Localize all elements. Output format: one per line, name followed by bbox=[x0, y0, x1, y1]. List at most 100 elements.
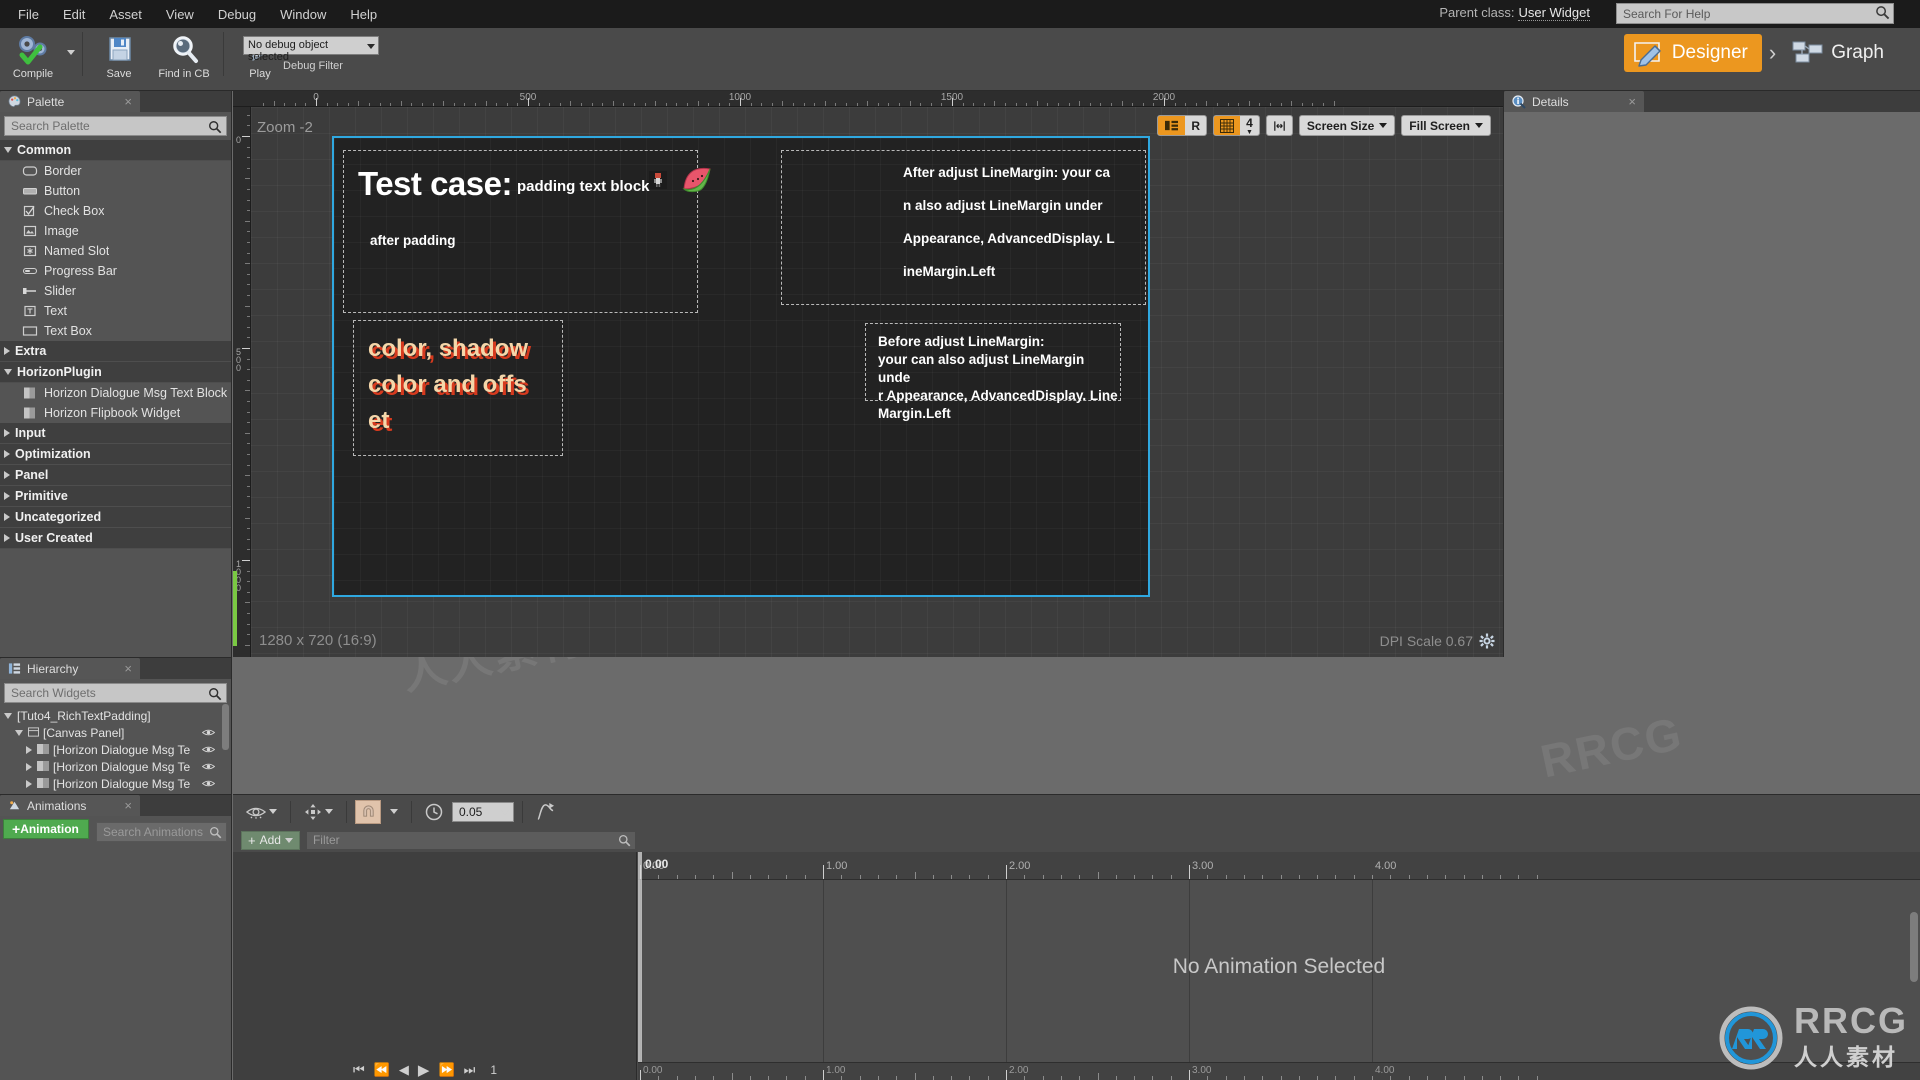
widget-after-linemargin-block[interactable]: After adjust LineMargin: your can also a… bbox=[781, 150, 1146, 305]
menu-item-window[interactable]: Window bbox=[268, 3, 338, 26]
menu-item-view[interactable]: View bbox=[154, 3, 206, 26]
snap-dropdown[interactable] bbox=[385, 799, 403, 824]
timeline-playhead[interactable] bbox=[638, 852, 642, 1080]
step-forward-icon[interactable]: ⏩ bbox=[438, 1062, 454, 1078]
eye-icon[interactable] bbox=[202, 743, 215, 757]
palette-category-uncategorized[interactable]: Uncategorized bbox=[0, 507, 231, 528]
chevron-right-icon[interactable] bbox=[26, 780, 32, 788]
menu-item-file[interactable]: File bbox=[6, 3, 51, 26]
hierarchy-row[interactable]: [Horizon Dialogue Msg Te bbox=[0, 775, 231, 792]
chevron-right-icon[interactable] bbox=[26, 763, 32, 771]
animations-search-input[interactable]: Search Animations bbox=[96, 822, 227, 842]
hierarchy-row[interactable]: [Tuto4_RichTextPadding] bbox=[0, 707, 231, 724]
curve-editor-button[interactable] bbox=[531, 799, 560, 824]
grid-snap-group[interactable]: 4 ▼ bbox=[1213, 115, 1260, 136]
hierarchy-row[interactable]: [Horizon Dialogue Msg Te bbox=[0, 741, 231, 758]
palette-item-text[interactable]: Text bbox=[0, 301, 231, 321]
palette-category-input[interactable]: Input bbox=[0, 423, 231, 444]
gear-icon[interactable] bbox=[1479, 633, 1495, 649]
chevron-down-icon[interactable] bbox=[15, 730, 23, 736]
palette-item-progress-bar[interactable]: Progress Bar bbox=[0, 261, 231, 281]
help-search-input[interactable]: Search For Help bbox=[1616, 3, 1894, 24]
palette-category-common[interactable]: Common bbox=[0, 140, 231, 161]
save-button[interactable]: Save bbox=[88, 30, 150, 80]
widget-padding-text-block[interactable]: Test case: padding text block bbox=[343, 150, 698, 313]
step-back-icon[interactable]: ⏪ bbox=[374, 1062, 390, 1078]
close-icon[interactable]: × bbox=[106, 661, 132, 676]
designer-viewport[interactable]: 0500100015002000 05001000 Zoom -2 Test c… bbox=[233, 91, 1503, 657]
palette-category-extra[interactable]: Extra bbox=[0, 341, 231, 362]
palette-item-border[interactable]: Border bbox=[0, 161, 231, 181]
menu-item-asset[interactable]: Asset bbox=[97, 3, 154, 26]
palette-item-horizon-dialogue-msg-text-block[interactable]: Horizon Dialogue Msg Text Block bbox=[0, 383, 231, 403]
debug-object-select[interactable]: No debug object selected bbox=[243, 36, 379, 55]
wrap-icon-segment[interactable] bbox=[1158, 116, 1185, 135]
hierarchy-search-input[interactable]: Search Widgets bbox=[4, 683, 227, 703]
menu-item-help[interactable]: Help bbox=[338, 3, 389, 26]
transform-tool-button[interactable] bbox=[299, 799, 338, 824]
chevron-down-icon[interactable] bbox=[4, 713, 12, 719]
timeline-scrollbar[interactable] bbox=[1910, 912, 1918, 982]
tab-palette[interactable]: Palette × bbox=[0, 91, 140, 112]
eye-icon[interactable] bbox=[202, 760, 215, 774]
eye-icon[interactable] bbox=[202, 777, 215, 791]
palette-category-user-created[interactable]: User Created bbox=[0, 528, 231, 549]
play-reverse-icon[interactable]: ◀ bbox=[399, 1062, 409, 1078]
wrap-r-segment[interactable]: R bbox=[1185, 116, 1206, 135]
close-icon[interactable]: × bbox=[106, 94, 132, 109]
chevron-right-icon[interactable] bbox=[26, 746, 32, 754]
hierarchy-row[interactable]: [Canvas Panel] bbox=[0, 724, 231, 741]
add-track-button[interactable]: + Add bbox=[241, 831, 300, 850]
grid-snap-value-segment[interactable]: 4 ▼ bbox=[1240, 116, 1259, 135]
tab-details[interactable]: Details × bbox=[1504, 91, 1644, 112]
jump-start-icon[interactable]: ⏮ bbox=[353, 1062, 365, 1078]
palette-item-slider[interactable]: Slider bbox=[0, 281, 231, 301]
screen-size-button[interactable]: Screen Size bbox=[1299, 115, 1395, 136]
palette-item-horizon-flipbook-widget[interactable]: Horizon Flipbook Widget bbox=[0, 403, 231, 423]
widget-color-shadow-block[interactable]: color, shadowcolor and offset bbox=[353, 320, 563, 456]
play-icon[interactable]: ▶ bbox=[418, 1061, 430, 1079]
tab-animations[interactable]: Animations × bbox=[0, 795, 140, 816]
widget-preview-root[interactable]: Test case: padding text block bbox=[332, 136, 1150, 597]
palette-category-optimization[interactable]: Optimization bbox=[0, 444, 231, 465]
compile-dropdown[interactable] bbox=[64, 30, 77, 74]
loop-label[interactable]: 1 bbox=[490, 1063, 497, 1077]
palette-item-named-slot[interactable]: Named Slot bbox=[0, 241, 231, 261]
transport-controls[interactable]: ⏮ ⏪ ◀ ▶ ⏩ ⏭ 1 bbox=[353, 1061, 497, 1079]
find-in-cb-button[interactable]: Find in CB bbox=[150, 30, 218, 80]
hierarchy-scrollbar[interactable] bbox=[222, 704, 229, 750]
designer-mode-button[interactable]: Designer bbox=[1624, 34, 1762, 72]
palette-item-text-box[interactable]: Text Box bbox=[0, 321, 231, 341]
timeline-bottom-ruler[interactable]: 0.001.002.003.004.00 bbox=[638, 1062, 1920, 1080]
widget-before-linemargin-block[interactable]: Before adjust LineMargin:your can also a… bbox=[865, 323, 1121, 401]
palette-item-image[interactable]: Image bbox=[0, 221, 231, 241]
snap-interval-select[interactable]: 0.05 bbox=[452, 802, 514, 822]
graph-mode-button[interactable]: Graph bbox=[1783, 34, 1898, 72]
visibility-toggle-button[interactable] bbox=[241, 799, 282, 824]
compile-button[interactable]: Compile bbox=[2, 30, 64, 80]
time-snap-button[interactable] bbox=[420, 799, 448, 824]
wrap-toggle-group[interactable]: R bbox=[1157, 115, 1207, 136]
eye-icon[interactable] bbox=[202, 726, 215, 740]
palette-item-button[interactable]: Button bbox=[0, 181, 231, 201]
add-animation-button[interactable]: + Animation bbox=[3, 819, 89, 839]
palette-category-panel[interactable]: Panel bbox=[0, 465, 231, 486]
palette-item-check-box[interactable]: Check Box bbox=[0, 201, 231, 221]
track-filter-input[interactable]: Filter bbox=[306, 831, 636, 850]
canvas-area[interactable]: Zoom -2 Test case: padding text block bbox=[251, 107, 1503, 657]
close-icon[interactable]: × bbox=[106, 798, 132, 813]
close-icon[interactable]: × bbox=[1610, 94, 1636, 109]
menu-item-debug[interactable]: Debug bbox=[206, 3, 268, 26]
jump-end-icon[interactable]: ⏭ bbox=[464, 1062, 476, 1078]
menu-item-edit[interactable]: Edit bbox=[51, 3, 97, 26]
palette-category-horizonplugin[interactable]: HorizonPlugin bbox=[0, 362, 231, 383]
palette-search-input[interactable]: Search Palette bbox=[4, 116, 227, 136]
hierarchy-row[interactable]: [Horizon Dialogue Msg Te bbox=[0, 758, 231, 775]
resize-to-content-button[interactable] bbox=[1266, 115, 1293, 136]
palette-category-primitive[interactable]: Primitive bbox=[0, 486, 231, 507]
grid-icon-segment[interactable] bbox=[1214, 116, 1240, 135]
timeline-body[interactable]: 0.001.002.003.004.00 0.00 No Animation S… bbox=[638, 852, 1920, 1080]
parent-class-value[interactable]: User Widget bbox=[1518, 5, 1590, 21]
fill-screen-button[interactable]: Fill Screen bbox=[1401, 115, 1491, 136]
snap-magnet-button[interactable] bbox=[355, 800, 381, 824]
